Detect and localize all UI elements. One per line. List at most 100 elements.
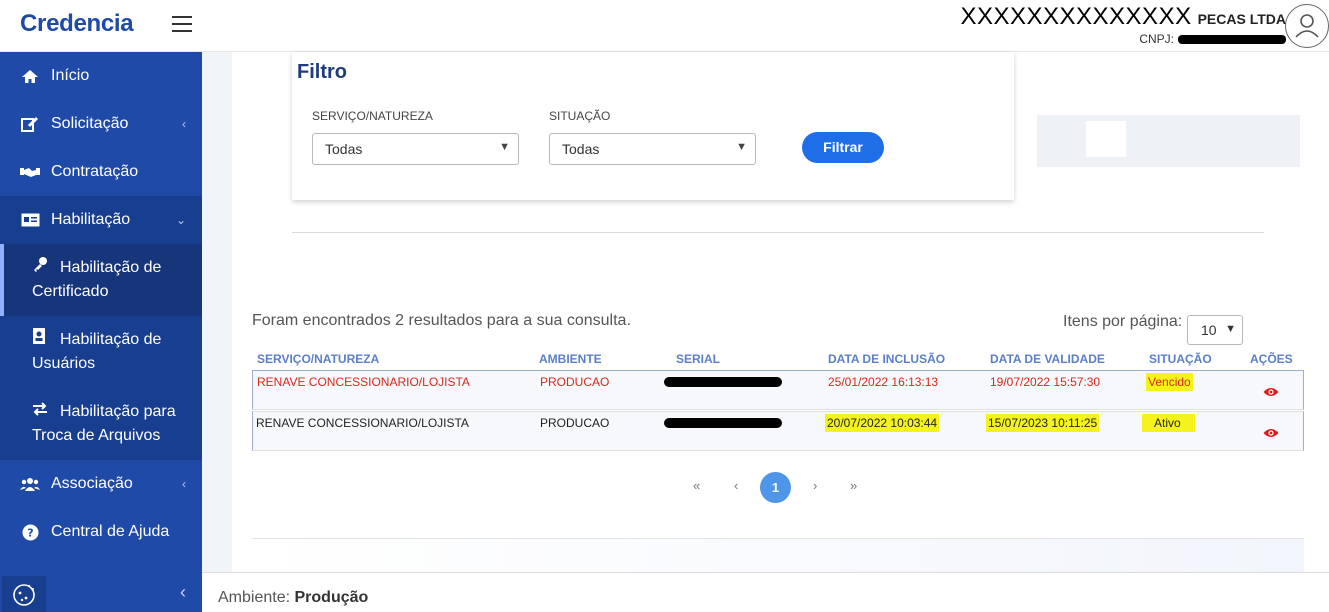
sidebar-item-associacao[interactable]: Associação ‹: [0, 460, 202, 508]
sidebar-subitem-label: Habilitação de Usuários: [32, 331, 162, 372]
cnpj-label: CNPJ:: [1139, 32, 1174, 46]
help-icon: ?: [20, 524, 40, 540]
view-eye-icon[interactable]: [1263, 426, 1279, 438]
table-row: RENAVE CONCESSIONARIO/LOJISTA PRODUCAO 2…: [252, 411, 1304, 451]
main-edge: [202, 52, 232, 572]
cell-validade: 19/07/2022 15:57:30: [990, 375, 1101, 389]
chevron-left-icon: ‹: [182, 117, 186, 131]
column-header-servico[interactable]: SERVIÇO/NATUREZA: [257, 352, 379, 366]
sidebar-subitem-troca-arquivos[interactable]: Habilitação para Troca de Arquivos: [0, 388, 202, 460]
cell-serial-redacted: [664, 377, 782, 387]
badge-icon: [32, 328, 48, 352]
edit-icon: [20, 116, 40, 132]
situacao-select-value: Todas: [562, 141, 600, 157]
column-header-validade[interactable]: DATA DE VALIDADE: [990, 352, 1105, 366]
pagination-next[interactable]: ›: [813, 478, 817, 493]
cnpj: CNPJ:: [960, 32, 1286, 46]
collapse-sidebar-button[interactable]: ‹: [180, 582, 186, 603]
cookie-settings-icon[interactable]: [2, 576, 46, 612]
sidebar-subitem-certificado[interactable]: Habilitação de Certificado: [0, 244, 202, 316]
chevron-down-icon: ▼: [1225, 323, 1236, 335]
column-header-serial[interactable]: SERIAL: [676, 352, 720, 366]
sidebar-item-inicio[interactable]: Início: [0, 52, 202, 100]
pagination-last[interactable]: »: [850, 478, 857, 493]
chevron-down-icon: ▼: [736, 141, 747, 153]
cell-servico: RENAVE CONCESSIONARIO/LOJISTA: [257, 375, 470, 389]
servico-select[interactable]: Todas ▼: [312, 133, 519, 165]
company-name-suffix: PECAS LTDA: [1197, 11, 1286, 27]
placeholder-panel: [1037, 115, 1300, 167]
chevron-down-icon: ⌄: [175, 213, 186, 227]
sidebar-item-label: Habilitação: [51, 211, 131, 228]
cell-situacao-wrap: Vencido: [1146, 373, 1193, 391]
main-content: Filtro SERVIÇO/NATUREZA Todas ▼ SITUAÇÃO…: [202, 52, 1329, 572]
cell-situacao-badge: Vencido: [1146, 373, 1193, 391]
sidebar-subitem-label: Habilitação para Troca de Arquivos: [32, 403, 176, 444]
cell-inclusao: 20/07/2022 10:03:44: [825, 414, 940, 432]
users-icon: [20, 476, 40, 492]
sidebar-item-label: Solicitação: [51, 115, 129, 132]
app-logo[interactable]: Credencia: [20, 10, 134, 38]
sidebar-item-habilitacao[interactable]: Habilitação ⌄: [0, 196, 202, 244]
per-page-value: 10: [1201, 322, 1217, 338]
company-name: XXXXXXXXXXXXXX PECAS LTDA: [960, 3, 1286, 31]
company-info: XXXXXXXXXXXXXX PECAS LTDA CNPJ:: [960, 3, 1286, 46]
pagination-current-page[interactable]: 1: [760, 472, 791, 503]
sidebar-item-label: Contratação: [51, 163, 139, 180]
company-name-masked: XXXXXXXXXXXXXX: [960, 3, 1192, 30]
column-header-situacao[interactable]: SITUAÇÃO: [1149, 352, 1212, 366]
cell-ambiente: PRODUCAO: [540, 416, 610, 430]
key-icon: [32, 256, 48, 280]
servico-select-value: Todas: [325, 141, 363, 157]
cell-ambiente: PRODUCAO: [540, 375, 610, 389]
svg-text:?: ?: [27, 526, 33, 539]
sidebar-subitem-label: Habilitação de Certificado: [32, 259, 162, 300]
situacao-label: SITUAÇÃO: [549, 109, 611, 123]
per-page-label: Itens por página:: [1063, 313, 1183, 330]
sidebar-subitem-usuarios[interactable]: Habilitação de Usuários: [0, 316, 202, 388]
environment-label: Ambiente:: [218, 589, 291, 606]
user-avatar-icon[interactable]: [1285, 4, 1329, 48]
top-header: Credencia XXXXXXXXXXXXXX PECAS LTDA CNPJ:: [0, 0, 1329, 52]
cell-situacao-wrap: Ativo: [1142, 414, 1195, 432]
filter-button[interactable]: Filtrar: [802, 132, 884, 163]
cell-validade-wrap: 15/07/2023 10:11:25: [986, 414, 1100, 432]
filter-title: Filtro: [297, 61, 347, 83]
environment-info: Ambiente: Produção: [218, 589, 368, 607]
sidebar-footer: ‹: [0, 572, 202, 612]
sidebar-item-central-ajuda[interactable]: ? Central de Ajuda: [0, 508, 202, 556]
hamburger-menu-icon[interactable]: [172, 16, 192, 32]
section-separator: [252, 538, 1304, 572]
exchange-icon: [32, 400, 48, 424]
chevron-left-icon: ‹: [182, 477, 186, 491]
per-page-select[interactable]: 10 ▼: [1187, 315, 1243, 345]
cell-inclusao-wrap: 20/07/2022 10:03:44: [825, 414, 940, 432]
cell-situacao-badge: Ativo: [1142, 414, 1195, 432]
id-card-icon: [20, 212, 40, 228]
results-summary: Foram encontrados 2 resultados para a su…: [252, 312, 631, 329]
sidebar-item-solicitacao[interactable]: Solicitação ‹: [0, 100, 202, 148]
divider: [292, 232, 1264, 233]
pagination-prev[interactable]: ‹: [734, 478, 738, 493]
cell-servico: RENAVE CONCESSIONARIO/LOJISTA: [256, 416, 469, 430]
sidebar-item-contratacao[interactable]: Contratação: [0, 148, 202, 196]
cnpj-redacted: [1178, 35, 1286, 45]
cell-inclusao: 25/01/2022 16:13:13: [828, 375, 939, 389]
sidebar-item-label: Início: [51, 67, 90, 84]
chevron-down-icon: ▼: [499, 141, 510, 153]
view-eye-icon[interactable]: [1263, 385, 1279, 397]
home-icon: [20, 68, 40, 84]
placeholder-inner: [1086, 121, 1126, 157]
table-row: RENAVE CONCESSIONARIO/LOJISTA PRODUCAO 2…: [252, 370, 1304, 410]
environment-value: Produção: [294, 589, 369, 606]
sidebar-item-label: Central de Ajuda: [51, 523, 170, 540]
sidebar-item-label: Associação: [51, 475, 133, 492]
column-header-inclusao[interactable]: DATA DE INCLUSÃO: [828, 352, 945, 366]
column-header-ambiente[interactable]: AMBIENTE: [539, 352, 602, 366]
servico-label: SERVIÇO/NATUREZA: [312, 109, 433, 123]
column-header-acoes: AÇÕES: [1250, 352, 1293, 366]
situacao-select[interactable]: Todas ▼: [549, 133, 756, 165]
footer: Ambiente: Produção: [202, 572, 1329, 612]
habilitacao-submenu: Habilitação de Certificado Habilitação d…: [0, 244, 202, 460]
pagination-first[interactable]: «: [693, 478, 700, 493]
